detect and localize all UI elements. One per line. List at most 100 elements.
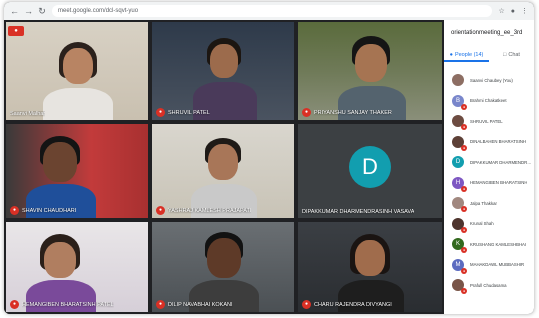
- list-item[interactable]: M ● MAHAKDAWL MUBBASHIR: [444, 255, 534, 276]
- participant-tile[interactable]: ● DILIP NAVABHAI KOKANI: [152, 222, 294, 312]
- reload-icon[interactable]: ↻: [38, 2, 46, 20]
- list-item[interactable]: ● DINALBAHEN BHARATSINH: [444, 132, 534, 153]
- avatar: ●: [452, 279, 467, 295]
- tab-people[interactable]: ● People (14): [444, 48, 489, 62]
- avatar: B ●: [452, 94, 467, 110]
- mic-off-icon: ●: [302, 108, 311, 117]
- avatar-initial: B: [455, 97, 460, 104]
- star-icon[interactable]: ☆: [498, 7, 504, 15]
- person-name: Krunal Shah: [470, 221, 494, 227]
- person-name: KRUSHANG KAMLESHBHAI: [470, 241, 527, 247]
- list-item[interactable]: Saanvi Chaubey (You): [444, 70, 534, 91]
- mic-off-icon: ●: [461, 103, 467, 110]
- avatar: ●: [452, 197, 467, 213]
- participant-nametag: ● SHAVIN CHAUDHARI: [10, 206, 76, 215]
- list-item[interactable]: ● Prafull Chudasama: [444, 275, 534, 296]
- participant-name: SHRUVIL PATEL: [168, 109, 210, 116]
- participant-tile[interactable]: ● SHAVIN CHAUDHARI: [6, 124, 148, 218]
- list-item[interactable]: D DIPAKKUMAR DHARMENDRASINH: [444, 152, 534, 173]
- panel-tabs: ● People (14) □ Chat: [444, 48, 534, 62]
- avatar-initial: K: [455, 241, 460, 248]
- participant-tile[interactable]: ● YASHRAJ KAMLESH PRAJAPATI: [152, 124, 294, 218]
- list-item[interactable]: ● SHRUVIL PATEL: [444, 111, 534, 132]
- list-item[interactable]: H ● HEMANGIBEN BHARATSINH: [444, 173, 534, 194]
- participant-tile[interactable]: ● PRIYANSHU SANJAY THAKER: [298, 22, 442, 120]
- chat-icon: □: [503, 52, 507, 58]
- avatar-initial: D: [455, 159, 461, 166]
- people-list: Saanvi Chaubey (You) B ● Brahmi Chakatkee…: [444, 70, 534, 296]
- participant-name: YASHRAJ KAMLESH PRAJAPATI: [168, 207, 252, 214]
- participant-tile[interactable]: ● SHRUVIL PATEL: [152, 22, 294, 120]
- mic-off-icon: ●: [156, 300, 165, 309]
- mic-off-icon: ●: [10, 206, 19, 215]
- avatar: ●: [452, 217, 467, 233]
- mic-off-icon: ●: [461, 267, 467, 274]
- participant-nametag: ● DILIP NAVABHAI KOKANI: [156, 300, 233, 309]
- tab-chat[interactable]: □ Chat: [489, 48, 534, 62]
- participant-tile[interactable]: D DIPAKKUMAR DHARMENDRASINH VASAVA: [298, 124, 442, 218]
- participant-name: CHARU RAJENDRA DIVYANGI: [314, 301, 392, 308]
- avatar: [452, 74, 464, 87]
- presenting-badge: ●: [8, 26, 24, 36]
- avatar: ●: [452, 115, 467, 131]
- list-item[interactable]: ● Krunal Shah: [444, 214, 534, 235]
- participant-name: DILIP NAVABHAI KOKANI: [168, 301, 233, 308]
- list-item[interactable]: ● Jalpa Thakkar: [444, 193, 534, 214]
- participant-name: DIPAKKUMAR DHARMENDRASINH VASAVA: [302, 209, 415, 215]
- person-name: Jalpa Thakkar: [470, 200, 497, 206]
- participant-nametag: ● SHRUVIL PATEL: [156, 108, 210, 117]
- mic-off-icon: ●: [461, 185, 467, 192]
- participant-tile[interactable]: ● HEMANGIBEN BHARATSINH PATEL: [6, 222, 148, 312]
- person-name: Saanvi Chaubey (You): [470, 77, 513, 83]
- mic-off-icon: ●: [461, 288, 467, 295]
- mic-off-icon: ●: [461, 144, 467, 151]
- participant-nametag: DIPAKKUMAR DHARMENDRASINH VASAVA: [302, 209, 414, 215]
- mic-off-icon: ●: [461, 206, 467, 213]
- person-name: DIPAKKUMAR DHARMENDRASINH: [470, 159, 532, 165]
- person-name: Prafull Chudasama: [470, 282, 507, 288]
- mic-off-icon: ●: [461, 226, 467, 233]
- address-bar[interactable]: meet.google.com/dcl-sqvt-yuo: [52, 5, 493, 17]
- mic-off-icon: ●: [10, 300, 19, 309]
- video-grid: ● Saanvi Malhar ● SHRUVIL PATEL ● PRIYAN…: [4, 20, 444, 314]
- forward-arrow-icon[interactable]: →: [24, 2, 33, 20]
- avatar-initial: M: [455, 261, 461, 268]
- participant-tile[interactable]: ● CHARU RAJENDRA DIVYANGI: [298, 222, 442, 312]
- participant-name: PRIYANSHU SANJAY THAKER: [314, 109, 392, 116]
- participant-nametag: Saanvi Malhar: [10, 111, 45, 117]
- participant-avatar: D: [349, 146, 391, 188]
- person-name: DINALBAHEN BHARATSINH: [470, 139, 527, 145]
- browser-toolbar: ← → ↻ meet.google.com/dcl-sqvt-yuo ☆ ● ⋮: [4, 2, 534, 20]
- avatar: H ●: [452, 176, 467, 192]
- list-item[interactable]: B ● Brahmi Chakatkeet: [444, 91, 534, 112]
- mic-off-icon: ●: [302, 300, 311, 309]
- mic-off-icon: ●: [156, 206, 165, 215]
- participant-name: HEMANGIBEN BHARATSINH PATEL: [22, 301, 114, 308]
- back-arrow-icon[interactable]: ←: [10, 2, 19, 20]
- mic-off-icon: ●: [156, 108, 165, 117]
- person-name: MAHAKDAWL MUBBASHIR: [470, 262, 525, 268]
- avatar-initial: H: [455, 179, 461, 186]
- participant-nametag: ● CHARU RAJENDRA DIVYANGI: [302, 300, 392, 309]
- avatar: ●: [452, 135, 467, 151]
- avatar: M ●: [452, 258, 467, 274]
- meeting-title: orientationmeeting_ee_3rd: [451, 30, 523, 36]
- avatar: K ●: [452, 238, 467, 254]
- menu-icon[interactable]: ⋮: [521, 7, 528, 15]
- participant-tile[interactable]: ● Saanvi Malhar: [6, 22, 148, 120]
- people-panel: orientationmeeting_ee_3rd ● People (14) □…: [444, 20, 534, 314]
- participant-nametag: ● YASHRAJ KAMLESH PRAJAPATI: [156, 206, 251, 215]
- person-name: Brahmi Chakatkeet: [470, 98, 507, 104]
- person-name: SHRUVIL PATEL: [470, 118, 503, 124]
- participant-name: Saanvi Malhar: [10, 111, 46, 117]
- extension-icon[interactable]: ●: [511, 8, 515, 15]
- tab-chat-label: Chat: [508, 52, 520, 58]
- participant-nametag: ● HEMANGIBEN BHARATSINH PATEL: [10, 300, 114, 309]
- mic-off-icon: ●: [461, 124, 467, 131]
- participant-nametag: ● PRIYANSHU SANJAY THAKER: [302, 108, 392, 117]
- people-icon: ●: [449, 52, 453, 58]
- list-item[interactable]: K ● KRUSHANG KAMLESHBHAI: [444, 234, 534, 255]
- person-name: HEMANGIBEN BHARATSINH: [470, 180, 528, 186]
- tab-people-label: People (14): [454, 52, 484, 58]
- browser-window: ← → ↻ meet.google.com/dcl-sqvt-yuo ☆ ● ⋮…: [4, 2, 534, 314]
